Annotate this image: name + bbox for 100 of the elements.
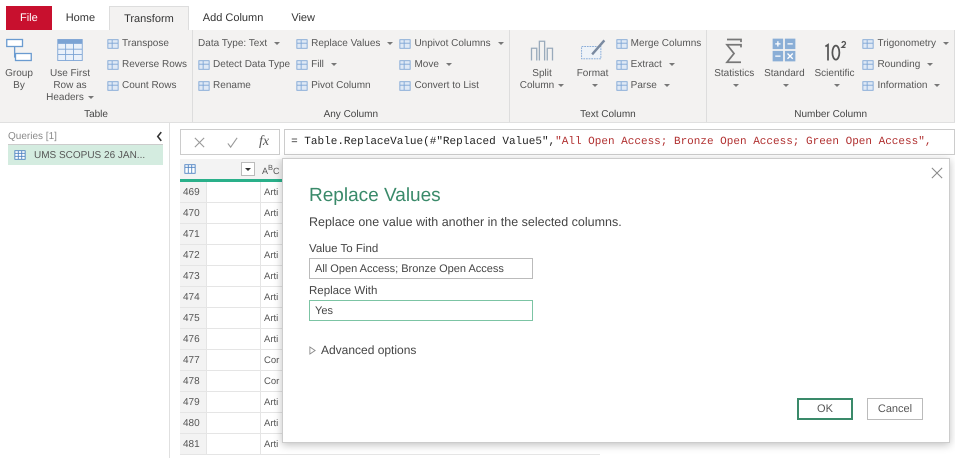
- command-icon: [296, 38, 308, 50]
- ribbon-button[interactable]: Move: [397, 55, 506, 74]
- command-icon: [107, 58, 119, 70]
- table-cell-text: Arti: [263, 334, 278, 344]
- table-cell-text: Arti: [263, 396, 278, 408]
- row-number: 469: [180, 182, 206, 202]
- caret-icon: [330, 63, 337, 66]
- caret-icon: [446, 63, 452, 66]
- collapse-icon[interactable]: [156, 131, 163, 142]
- cancel-icon[interactable]: [193, 136, 206, 148]
- table-cell-text: Arti: [263, 228, 278, 240]
- command-icon: [107, 80, 119, 92]
- ribbon-button[interactable]: Information: [860, 76, 951, 95]
- caret-icon: [668, 63, 675, 66]
- query-item[interactable]: UMS SCOPUS 26 JAN...: [8, 145, 163, 165]
- command-icon: [296, 80, 308, 92]
- ribbon-button[interactable]: Detect Data Type: [196, 55, 292, 74]
- ribbon-tab[interactable]: View: [277, 6, 329, 30]
- row-number: 478: [180, 371, 206, 391]
- command-icon: [616, 38, 628, 50]
- ribbon-button[interactable]: Use First Row as Headers: [37, 34, 103, 107]
- table-icon: [56, 36, 84, 64]
- dialog-title: Replace Values: [309, 185, 442, 207]
- ribbon-button[interactable]: Split Column: [512, 34, 572, 107]
- calculator-icon: [770, 36, 798, 64]
- input-field[interactable]: All Open Access; Bronze Open Access: [309, 258, 533, 279]
- table-icon: [14, 149, 26, 161]
- group-icon: [5, 36, 33, 64]
- ribbon-button[interactable]: Data Type: Text: [196, 34, 292, 53]
- close-icon[interactable]: [931, 167, 943, 179]
- table-cell-text: Arti: [263, 208, 278, 218]
- table-cell-text: Arti: [263, 418, 278, 428]
- ribbon-button[interactable]: Standard: [760, 34, 809, 107]
- command-icon: [862, 38, 874, 50]
- row-number: 474: [180, 287, 206, 307]
- filter-button[interactable]: [241, 162, 255, 176]
- caret-icon: [592, 84, 598, 87]
- table-cell-text: Cor: [263, 376, 280, 386]
- command-icon: [399, 58, 412, 70]
- caret-icon: [387, 42, 394, 45]
- ribbon-button[interactable]: Fill: [294, 55, 396, 74]
- fx-label[interactable]: fx: [259, 134, 270, 150]
- ribbon-button[interactable]: Rename: [196, 76, 292, 95]
- cancel-button[interactable]: Cancel: [867, 398, 923, 420]
- command-icon: [198, 58, 210, 70]
- table-cell-text: Arti: [263, 438, 278, 450]
- caret-icon: [88, 96, 94, 99]
- caret-icon: [245, 168, 251, 170]
- ribbon-button[interactable]: Format: [573, 34, 612, 107]
- table-cell-text: Arti: [263, 292, 278, 302]
- caret-icon: [943, 42, 949, 45]
- caret-icon: [834, 84, 840, 87]
- command-icon: [862, 80, 874, 92]
- input-field[interactable]: Yes: [309, 300, 533, 321]
- command-icon: [399, 38, 412, 50]
- row-number: 471: [180, 224, 206, 244]
- ribbon-button[interactable]: Statistics: [710, 34, 758, 107]
- ribbon-button[interactable]: Scientific: [810, 34, 858, 107]
- ribbon-button[interactable]: Rounding: [860, 55, 951, 74]
- caret-icon: [558, 84, 564, 87]
- caret-icon: [927, 63, 934, 66]
- queries-title: Queries [1]: [8, 131, 57, 142]
- row-number: 473: [180, 266, 206, 286]
- command-icon: [107, 38, 119, 50]
- ribbon-button[interactable]: Replace Values: [294, 34, 396, 53]
- row-number: 476: [180, 329, 206, 349]
- advanced-options-toggle[interactable]: Advanced options: [309, 343, 416, 357]
- command-icon: [862, 58, 874, 70]
- field-label: Value To Find: [309, 243, 380, 255]
- ribbon-button[interactable]: Group By: [3, 34, 35, 107]
- ribbon-button[interactable]: Reverse Rows: [105, 55, 190, 74]
- ok-button[interactable]: OK: [797, 398, 853, 420]
- file-tab[interactable]: File: [6, 6, 52, 30]
- caret-icon: [498, 42, 504, 45]
- ribbon-button[interactable]: Convert to List: [397, 76, 506, 95]
- ribbon-tab[interactable]: Add Column: [188, 6, 278, 30]
- row-number: 479: [180, 392, 206, 412]
- command-icon: [399, 80, 412, 92]
- ribbon-button[interactable]: Pivot Column: [294, 76, 396, 95]
- ribbon-button[interactable]: Parse: [614, 76, 704, 95]
- ribbon-button[interactable]: Transpose: [105, 34, 190, 53]
- table-icon: [184, 163, 196, 175]
- formula-field[interactable]: = Table.ReplaceValue(#"Replaced Value5","All Open Access; Bronze Open Access; Green Open Access",: [284, 129, 955, 155]
- table-cell-text: Arti: [263, 250, 278, 260]
- ribbon-button[interactable]: Extract: [614, 55, 704, 74]
- caret-icon: [783, 84, 790, 87]
- ribbon-button[interactable]: Trigonometry: [860, 34, 951, 53]
- table-cell-text: Arti: [263, 186, 278, 198]
- caret-icon: [664, 84, 670, 87]
- ribbon-button[interactable]: Unpivot Columns: [397, 34, 506, 53]
- command-icon: [616, 58, 628, 70]
- ribbon-tab[interactable]: Transform: [109, 6, 189, 30]
- table-cell-text: Arti: [263, 270, 278, 282]
- group-label: Table: [83, 108, 109, 120]
- ribbon-button[interactable]: Count Rows: [105, 76, 190, 95]
- field-label: Replace With: [309, 285, 378, 297]
- ribbon-tab[interactable]: Home: [52, 6, 110, 30]
- type-label[interactable]: A$^{B}$C: [262, 162, 280, 176]
- check-icon[interactable]: [226, 136, 239, 148]
- ribbon-button[interactable]: Merge Columns: [614, 34, 704, 53]
